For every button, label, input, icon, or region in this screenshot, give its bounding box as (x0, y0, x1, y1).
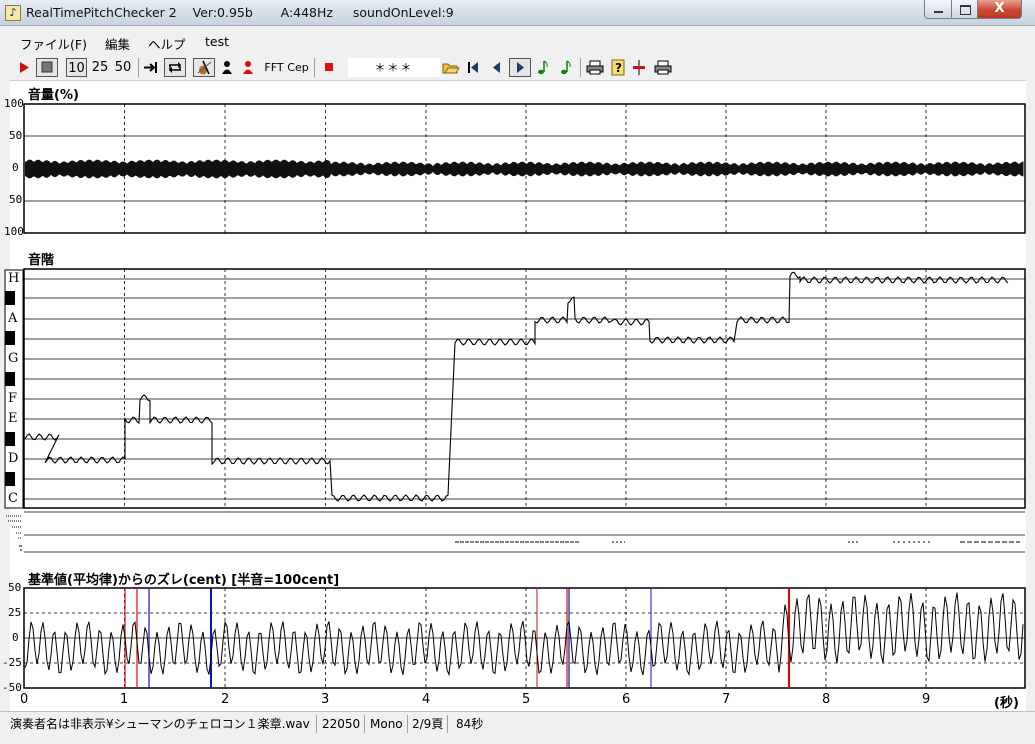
status-channels: Mono (366, 715, 408, 733)
cent-tick-label: 50 (8, 581, 22, 594)
cent-tick-label: -25 (2, 656, 22, 669)
deviation-title: 基準値(平均律)からのズレ(cent) [半音=100cent] (28, 573, 340, 588)
time-unit-label: (秒) (994, 696, 1019, 711)
cent-tick-label: 0 (12, 631, 19, 644)
status-duration: 84秒 (456, 717, 484, 731)
time-tick-label: 1 (120, 692, 129, 707)
graphs-svg (4, 103, 1026, 689)
scale-title: 音階 (28, 253, 55, 268)
time-tick-label: 5 (522, 692, 531, 707)
note-label-g: G (8, 351, 19, 366)
time-tick-label: 4 (422, 692, 431, 707)
note-label-c: C (8, 491, 18, 506)
status-rate: 22050 (318, 715, 366, 733)
time-tick-label: 6 (622, 692, 631, 707)
time-tick-label: 7 (722, 692, 731, 707)
onset-strip (6, 511, 1025, 553)
time-tick-label: 3 (321, 692, 330, 707)
scale-plot (23, 268, 1026, 509)
note-label-e: E (8, 411, 18, 426)
note-label-d: D (8, 451, 19, 466)
status-bar: 演奏者名は非表示¥シューマンのチェロコン１楽章.wav 22050 Mono 2… (0, 711, 1035, 744)
status-file: 演奏者名は非表示¥シューマンのチェロコン１楽章.wav (6, 715, 317, 733)
note-label-a: A (8, 311, 18, 326)
cent-tick-label: 25 (8, 606, 22, 619)
time-tick-label: 2 (221, 692, 230, 707)
piano-keys (4, 269, 24, 509)
cent-tick-label: -50 (2, 681, 22, 694)
status-page: 2/9頁 (408, 715, 449, 733)
time-tick-label: 8 (822, 692, 831, 707)
time-tick-label: 0 (20, 692, 29, 707)
note-label-f: F (8, 391, 18, 406)
time-tick-label: 9 (922, 692, 931, 707)
note-label-h: H (8, 271, 20, 286)
